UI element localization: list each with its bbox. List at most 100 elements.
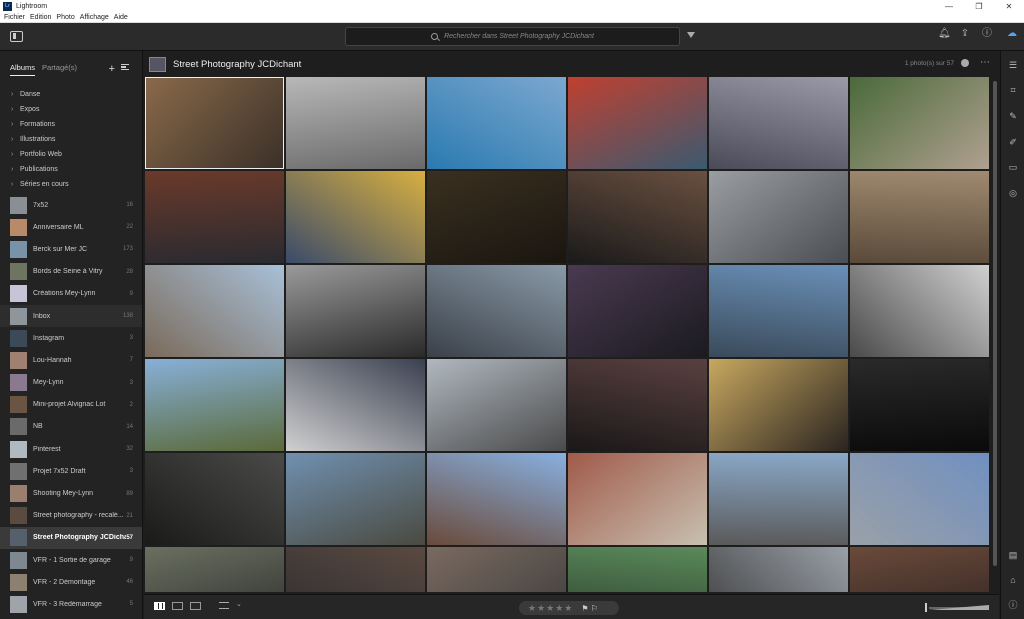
filter-icon[interactable]: [687, 32, 695, 38]
star-rating[interactable]: ★★★★★: [528, 603, 573, 614]
photo-thumbnail[interactable]: [709, 453, 848, 545]
photo-thumbnail[interactable]: [568, 453, 707, 545]
tab-shared[interactable]: Partagé(s): [42, 63, 77, 75]
album-item[interactable]: Pinterest 32: [0, 438, 142, 460]
photo-thumbnail[interactable]: [145, 359, 284, 451]
album-item[interactable]: Mey-Lynn 3: [0, 372, 142, 394]
sort-icon[interactable]: [121, 64, 129, 70]
photo-thumbnail[interactable]: [709, 359, 848, 451]
photo-thumbnail[interactable]: [286, 171, 425, 263]
album-item[interactable]: VFR - 1 Sortie de garage 9: [0, 549, 142, 571]
folder-item[interactable]: › Formations: [11, 117, 142, 132]
photo-thumbnail[interactable]: [145, 453, 284, 545]
menu-affichage[interactable]: Affichage: [80, 14, 109, 21]
chevron-right-icon[interactable]: ›: [11, 121, 20, 128]
album-item[interactable]: Mini-projet Alvignac Lot 2: [0, 394, 142, 416]
menu-edition[interactable]: Edition: [30, 14, 51, 21]
photo-thumbnail[interactable]: [568, 359, 707, 451]
album-item[interactable]: NB 14: [0, 416, 142, 438]
photo-thumbnail[interactable]: [850, 77, 989, 169]
photo-thumbnail[interactable]: [568, 265, 707, 357]
photo-thumbnail[interactable]: [427, 547, 566, 592]
photo-thumbnail[interactable]: [145, 171, 284, 263]
photo-thumbnail[interactable]: [145, 265, 284, 357]
photo-thumbnail[interactable]: [568, 171, 707, 263]
menu-aide[interactable]: Aide: [114, 14, 128, 21]
photo-thumbnail[interactable]: [427, 171, 566, 263]
more-options-icon[interactable]: ⋯: [980, 57, 990, 68]
photo-thumbnail[interactable]: [286, 359, 425, 451]
healing-icon[interactable]: ✎: [1008, 111, 1018, 121]
photo-thumbnail[interactable]: [850, 265, 989, 357]
edit-sliders-icon[interactable]: ☰: [1008, 60, 1018, 70]
album-item[interactable]: Créations Mey-Lynn 9: [0, 283, 142, 305]
photo-thumbnail[interactable]: [286, 265, 425, 357]
photo-thumbnail[interactable]: [286, 453, 425, 545]
crop-icon[interactable]: ⌗: [1008, 85, 1018, 95]
cloud-sync-icon[interactable]: ☁: [1004, 29, 1020, 39]
help-icon[interactable]: ⓘ: [982, 29, 992, 39]
album-item[interactable]: Berck sur Mer JC 173: [0, 238, 142, 260]
photo-thumbnail[interactable]: [145, 77, 284, 169]
album-item[interactable]: Bords de Seine à Vitry 28: [0, 261, 142, 283]
radial-icon[interactable]: ◎: [1008, 188, 1018, 198]
tag-icon[interactable]: ⌂: [1008, 575, 1018, 585]
folder-item[interactable]: › Danse: [11, 87, 142, 102]
album-item[interactable]: Anniversaire ML 22: [0, 216, 142, 238]
photo-thumbnail[interactable]: [850, 547, 989, 592]
photo-thumbnail[interactable]: [427, 265, 566, 357]
album-item[interactable]: VFR - 2 Démontage 46: [0, 571, 142, 593]
photo-thumbnail[interactable]: [286, 77, 425, 169]
chevron-right-icon[interactable]: ›: [11, 151, 20, 158]
share-icon[interactable]: ⇪: [960, 29, 970, 39]
chevron-right-icon[interactable]: ›: [11, 91, 20, 98]
album-item[interactable]: Street Photography JCDichant 57: [0, 526, 142, 549]
add-album-icon[interactable]: +: [109, 63, 115, 75]
chevron-right-icon[interactable]: ›: [11, 181, 20, 188]
gradient-icon[interactable]: ▭: [1008, 162, 1018, 172]
album-item[interactable]: Instagram 3: [0, 327, 142, 349]
chevron-down-icon[interactable]: ⌄: [236, 600, 242, 608]
photo-thumbnail[interactable]: [286, 547, 425, 592]
photo-thumbnail[interactable]: [427, 359, 566, 451]
photo-thumbnail[interactable]: [709, 171, 848, 263]
photo-thumbnail[interactable]: [709, 77, 848, 169]
photo-thumbnail[interactable]: [568, 547, 707, 592]
panel-toggle-icon[interactable]: [10, 31, 23, 42]
comment-icon[interactable]: ▤: [1008, 550, 1018, 560]
flag-buttons[interactable]: ⚑ ⚐: [581, 604, 598, 613]
photo-thumbnail[interactable]: [145, 547, 284, 592]
photo-thumbnail[interactable]: [427, 453, 566, 545]
brush-icon[interactable]: ✐: [1008, 137, 1018, 147]
photo-thumbnail[interactable]: [427, 77, 566, 169]
menu-photo[interactable]: Photo: [56, 14, 74, 21]
grid-scrollbar[interactable]: [993, 81, 997, 566]
photo-grid-view-button[interactable]: [172, 602, 183, 610]
folder-item[interactable]: › Expos: [11, 102, 142, 117]
sort-order-icon[interactable]: [219, 602, 229, 609]
folder-item[interactable]: › Séries en cours: [11, 177, 142, 192]
album-item[interactable]: 7x52 16: [0, 194, 142, 216]
info-icon[interactable]: ⓘ: [1008, 600, 1018, 610]
people-icon[interactable]: [961, 59, 969, 67]
folder-item[interactable]: › Portfolio Web: [11, 147, 142, 162]
photo-thumbnail[interactable]: [850, 171, 989, 263]
album-item[interactable]: Projet 7x52 Draft 3: [0, 460, 142, 482]
chevron-right-icon[interactable]: ›: [11, 106, 20, 113]
menu-fichier[interactable]: Fichier: [4, 14, 25, 21]
album-item[interactable]: Lou-Hannah 7: [0, 349, 142, 371]
album-item[interactable]: VFR - 3 Redémarrage 5: [0, 593, 142, 615]
photo-thumbnail[interactable]: [709, 547, 848, 592]
album-item[interactable]: Street photography - recalé... 21: [0, 505, 142, 527]
maximize-icon[interactable]: ❐: [964, 2, 994, 11]
search-input[interactable]: Rechercher dans Street Photography JCDic…: [345, 27, 680, 46]
photo-thumbnail[interactable]: [568, 77, 707, 169]
photo-thumbnail[interactable]: [850, 453, 989, 545]
bell-icon[interactable]: 🔔︎: [938, 29, 951, 39]
thumbnail-size-slider[interactable]: [925, 603, 989, 612]
chevron-right-icon[interactable]: ›: [11, 166, 20, 173]
tab-albums[interactable]: Albums: [10, 63, 36, 76]
folder-item[interactable]: › Illustrations: [11, 132, 142, 147]
album-item[interactable]: Inbox 138: [0, 304, 142, 328]
close-icon[interactable]: ✕: [994, 2, 1024, 11]
